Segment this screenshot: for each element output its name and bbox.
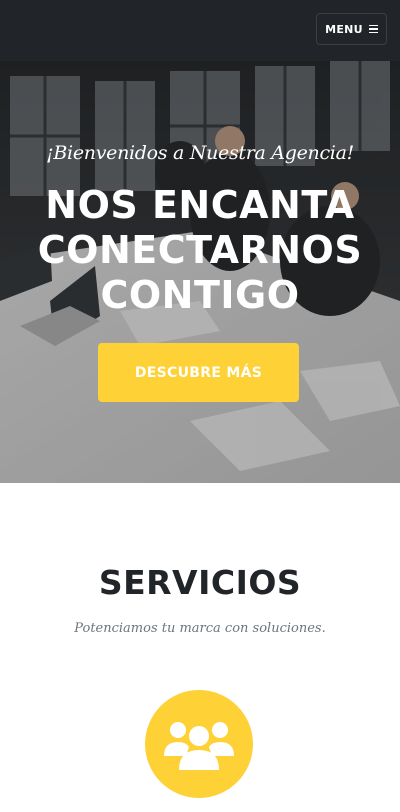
hero-heading: NOS ENCANTA CONECTARNOS CONTIGO — [0, 183, 400, 318]
hero-heading-line: CONECTARNOS — [37, 228, 363, 272]
services-subheading: Potenciamos tu marca con soluciones. — [74, 621, 326, 636]
users-icon — [164, 722, 234, 770]
navbar: MENU — [0, 0, 400, 61]
hamburger-icon — [368, 24, 378, 34]
hero-subheading: ¡Bienvenidos a Nuestra Agencia! — [46, 142, 354, 164]
hero-section: ¡Bienvenidos a Nuestra Agencia! NOS ENCA… — [0, 61, 400, 483]
menu-label: MENU — [325, 22, 363, 36]
services-heading: SERVICIOS — [98, 563, 302, 602]
hero-heading-line: NOS ENCANTA — [45, 183, 355, 227]
service-icon-circle — [145, 690, 253, 798]
discover-more-button[interactable]: DESCUBRE MÁS — [98, 343, 299, 402]
hero-heading-line: CONTIGO — [100, 273, 300, 317]
menu-button[interactable]: MENU — [316, 13, 387, 45]
